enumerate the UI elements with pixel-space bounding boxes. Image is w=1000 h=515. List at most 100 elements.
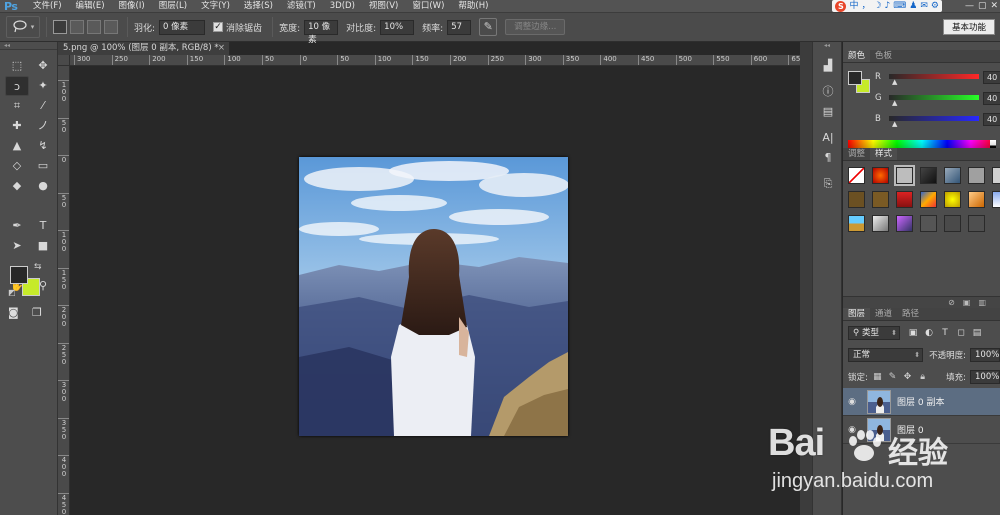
sogou-logo-icon[interactable]: S <box>835 0 847 12</box>
tab-styles[interactable]: 样式 <box>870 148 898 160</box>
clone-stamp-icon[interactable]: ▲ <box>5 136 29 156</box>
tab-color[interactable]: 颜色 <box>843 50 871 62</box>
green-value-input[interactable]: 40 <box>983 92 1000 105</box>
layer-filter-select[interactable]: ⚲ 类型 ⬍ <box>848 326 900 340</box>
new-selection-button[interactable] <box>53 20 67 34</box>
document-tab[interactable]: 5.png @ 100% (图层 0 副本, RGB/8) * × <box>58 42 230 55</box>
slider-thumb-icon[interactable]: ▲ <box>892 79 897 86</box>
tab-swatches[interactable]: 色板 <box>870 50 897 62</box>
slider-thumb-icon[interactable]: ▲ <box>892 100 897 107</box>
style-swatch[interactable] <box>920 191 937 208</box>
healing-brush-icon[interactable]: ✚ <box>5 116 29 136</box>
tablet-pressure-button[interactable]: ✎ <box>479 18 498 36</box>
lock-transparent-icon[interactable]: ▦ <box>872 372 883 382</box>
style-swatch[interactable] <box>944 167 961 184</box>
properties-icon[interactable]: ▤ <box>813 102 843 122</box>
menu-type[interactable]: 文字(Y) <box>194 0 237 12</box>
swap-colors-icon[interactable]: ⇆ <box>34 262 42 272</box>
subtract-from-selection-button[interactable] <box>87 20 101 34</box>
style-swatch[interactable] <box>920 167 937 184</box>
type-tool-icon[interactable]: T <box>31 216 55 236</box>
rectangular-marquee-icon[interactable]: ⬚ <box>5 56 29 76</box>
menu-3d[interactable]: 3D(D) <box>323 0 362 12</box>
histogram-icon[interactable]: ▟ <box>813 56 843 76</box>
menu-window[interactable]: 窗口(W) <box>405 0 451 12</box>
ruler-origin[interactable] <box>58 55 70 66</box>
blur-tool-icon[interactable]: ◆ <box>5 176 29 196</box>
style-swatch[interactable] <box>968 191 985 208</box>
tab-layers[interactable]: 图层 <box>843 308 871 320</box>
lock-position-icon[interactable]: ✥ <box>902 372 913 382</box>
style-swatch[interactable] <box>894 165 915 186</box>
shape-filter-icon[interactable]: ◻ <box>954 326 968 340</box>
delete-style-icon[interactable]: ▥ <box>978 298 994 307</box>
layer-name[interactable]: 图层 0 副本 <box>897 395 944 408</box>
crop-tool-icon[interactable]: ⌗ <box>5 96 29 116</box>
pen-tool-icon[interactable]: ✒ <box>5 216 29 236</box>
info-panel-icon[interactable]: ⓘ <box>813 82 843 102</box>
lasso-tool-icon[interactable]: ↄ <box>5 76 29 96</box>
quick-mask-icon[interactable]: ◙ <box>8 306 19 319</box>
style-swatch[interactable] <box>944 191 961 208</box>
menu-select[interactable]: 选择(S) <box>237 0 280 12</box>
tool-preset-picker[interactable]: ▾ <box>6 16 40 38</box>
style-swatch[interactable] <box>848 191 865 208</box>
blue-slider[interactable] <box>889 116 979 121</box>
slider-thumb-icon[interactable]: ▲ <box>892 121 897 128</box>
style-swatch[interactable] <box>992 167 1000 184</box>
adjustment-filter-icon[interactable]: ◐ <box>922 326 936 340</box>
blue-value-input[interactable]: 40 <box>983 113 1000 126</box>
toolbox-icon[interactable]: ✉ <box>920 0 928 12</box>
minimize-button[interactable]: — <box>965 0 974 12</box>
menu-file[interactable]: 文件(F) <box>26 0 69 12</box>
ime-punctuation[interactable]: ， <box>861 0 870 12</box>
style-swatch[interactable] <box>872 191 889 208</box>
keyboard-icon[interactable]: ⌨ <box>893 0 906 12</box>
foreground-color-swatch[interactable] <box>10 266 28 284</box>
style-swatch[interactable] <box>896 215 913 232</box>
ime-chinese-mode[interactable]: 中 <box>849 0 858 12</box>
tab-channels[interactable]: 通道 <box>870 308 897 320</box>
lock-image-icon[interactable]: ✎ <box>887 372 898 382</box>
moon-icon[interactable]: ☽ <box>873 0 881 12</box>
eraser-icon[interactable]: ◇ <box>5 156 29 176</box>
width-input[interactable]: 10 像素 <box>304 19 339 45</box>
style-swatch[interactable] <box>872 167 889 184</box>
tab-paths[interactable]: 路径 <box>897 308 924 320</box>
style-swatch[interactable] <box>872 215 889 232</box>
style-swatch[interactable] <box>848 215 865 232</box>
path-selection-icon[interactable]: ➤ <box>5 236 29 256</box>
contrast-input[interactable]: 10% <box>380 19 415 35</box>
rectangle-shape-icon[interactable]: ■ <box>31 236 55 256</box>
menu-image[interactable]: 图像(I) <box>112 0 152 12</box>
menu-help[interactable]: 帮助(H) <box>451 0 495 12</box>
history-brush-icon[interactable]: ↯ <box>31 136 55 156</box>
feather-input[interactable]: 0 像素 <box>159 19 206 35</box>
maximize-button[interactable]: ▢ <box>978 0 987 12</box>
intersect-selection-button[interactable] <box>104 20 118 34</box>
lock-all-icon[interactable]: 🔒︎ <box>917 372 928 382</box>
blend-mode-select[interactable]: 正常 ⬍ <box>848 348 924 362</box>
default-colors-icon[interactable]: ◩ <box>8 288 16 297</box>
frequency-input[interactable]: 57 <box>447 19 472 35</box>
paragraph-icon[interactable]: ¶ <box>813 148 843 168</box>
new-style-icon[interactable]: ▣ <box>963 298 979 307</box>
opacity-input[interactable]: 100% <box>970 348 1000 362</box>
skin-icon[interactable]: ♟ <box>909 0 917 12</box>
add-to-selection-button[interactable] <box>70 20 84 34</box>
pixel-filter-icon[interactable]: ▣ <box>906 326 920 340</box>
fill-input[interactable]: 100% <box>970 370 1000 384</box>
style-swatch[interactable] <box>968 167 985 184</box>
workspace-switcher[interactable]: 基本功能 <box>942 19 995 35</box>
canvas-area[interactable] <box>70 66 800 515</box>
red-value-input[interactable]: 40 <box>983 71 1000 84</box>
panel-grip[interactable]: ◂◂ <box>0 42 57 50</box>
dodge-tool-icon[interactable]: ● <box>31 176 55 196</box>
smart-object-filter-icon[interactable]: ▤ <box>970 326 984 340</box>
horizontal-ruler[interactable]: 300 250 200 150 100 50 0 50 100 150 200 250 300 350 40… <box>70 55 800 66</box>
gradient-tool-icon[interactable]: ▭ <box>31 156 55 176</box>
layer-row-copy[interactable]: ◉ 图层 0 副本 <box>843 388 1000 416</box>
document-image[interactable] <box>299 157 568 436</box>
eyedropper-icon[interactable]: ⁄ <box>31 96 55 116</box>
screen-mode-icon[interactable]: ❐ <box>32 306 42 319</box>
